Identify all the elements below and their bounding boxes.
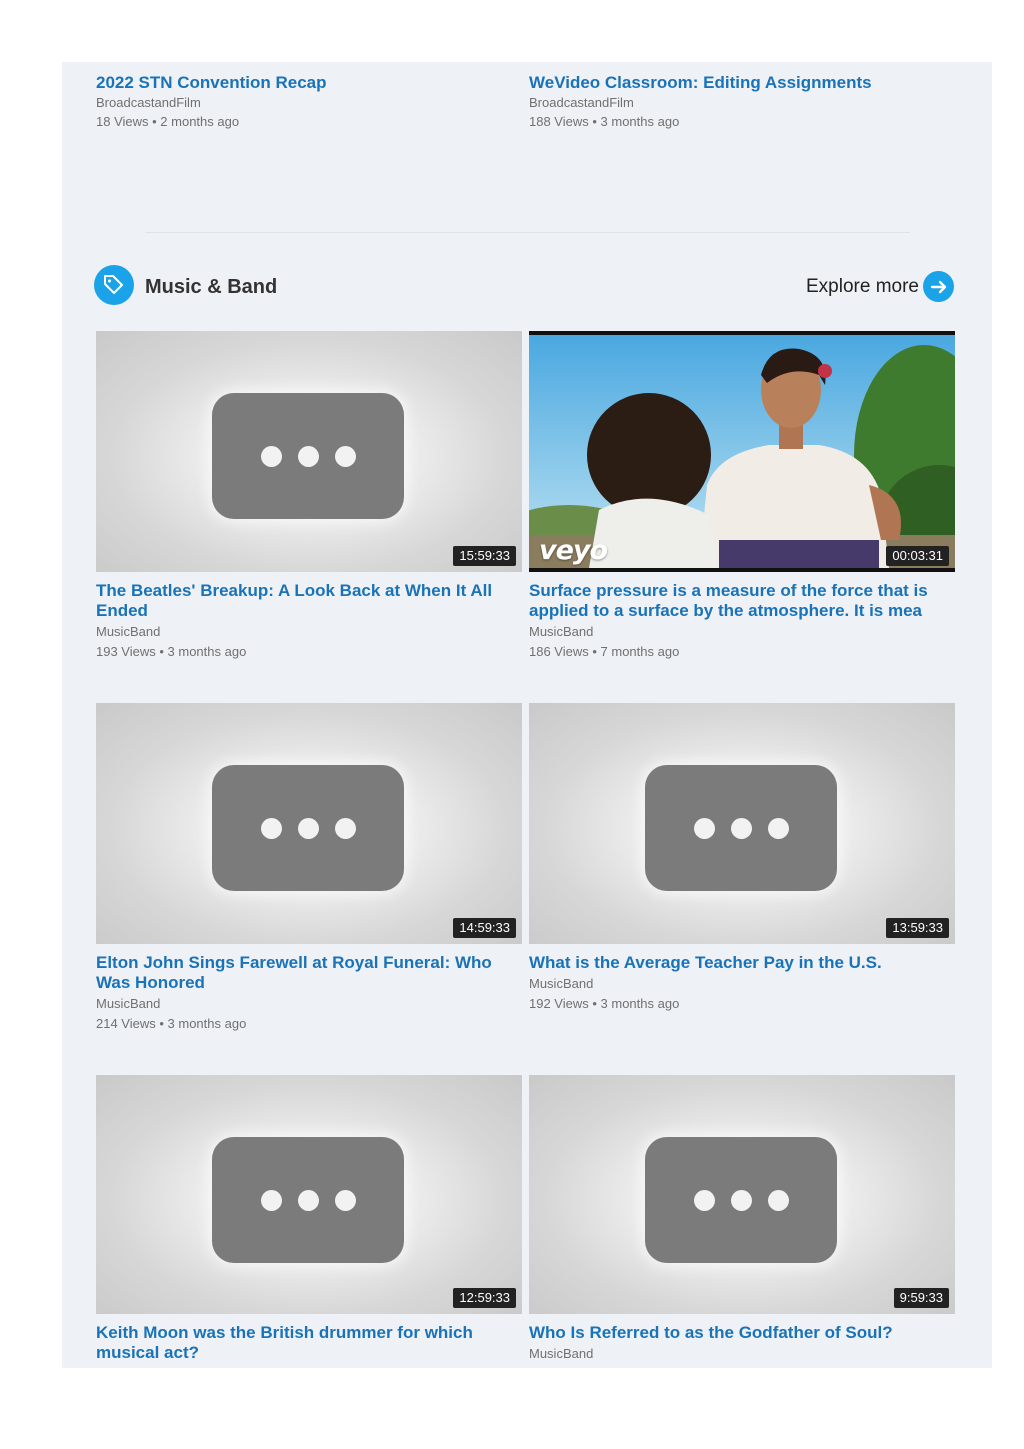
duration-badge: 15:59:33 bbox=[453, 546, 516, 566]
video-thumbnail[interactable]: 13:59:33 bbox=[529, 703, 955, 944]
video-channel: MusicBand bbox=[96, 996, 161, 1011]
video-stats: 192 Views • 3 months ago bbox=[529, 996, 680, 1011]
arrow-right-icon[interactable] bbox=[923, 271, 954, 302]
video-thumbnail[interactable]: 12:59:33 bbox=[96, 1075, 522, 1314]
video-card: 15:59:33 The Beatles' Breakup: A Look Ba… bbox=[96, 331, 522, 661]
section-title: Music & Band bbox=[145, 276, 278, 298]
video-card: veyo 00:03:31 Surface pressure is a meas… bbox=[529, 331, 955, 661]
page-bottom-margin bbox=[0, 1368, 1024, 1449]
duration-badge: 12:59:33 bbox=[453, 1288, 516, 1308]
placeholder-icon bbox=[212, 765, 404, 891]
video-title[interactable]: Who Is Referred to as the Godfather of S… bbox=[529, 1323, 955, 1343]
video-title[interactable]: Keith Moon was the British drummer for w… bbox=[96, 1323, 522, 1363]
video-thumbnail[interactable]: veyo 00:03:31 bbox=[529, 331, 955, 572]
duration-badge: 00:03:31 bbox=[886, 546, 949, 566]
placeholder-icon bbox=[212, 393, 404, 519]
video-stats: 188 Views • 3 months ago bbox=[529, 114, 680, 129]
duration-badge: 9:59:33 bbox=[893, 1288, 949, 1308]
video-card-top-2: WeVideo Classroom: Editing Assignments B… bbox=[529, 72, 949, 131]
video-thumbnail[interactable]: 14:59:33 bbox=[96, 703, 522, 944]
placeholder-icon bbox=[645, 1137, 837, 1263]
video-stats: 18 Views • 2 months ago bbox=[96, 114, 240, 129]
video-stats: 193 Views • 3 months ago bbox=[96, 644, 247, 659]
video-title[interactable]: 2022 STN Convention Recap bbox=[96, 72, 516, 93]
video-channel: MusicBand bbox=[96, 624, 161, 639]
video-title[interactable]: The Beatles' Breakup: A Look Back at Whe… bbox=[96, 581, 522, 621]
video-card: 9:59:33 Who Is Referred to as the Godfat… bbox=[529, 1075, 955, 1363]
video-channel: MusicBand bbox=[529, 1346, 594, 1361]
thumbnail-image bbox=[529, 335, 955, 568]
video-title[interactable]: Elton John Sings Farewell at Royal Funer… bbox=[96, 953, 522, 993]
video-channel: BroadcastandFilm bbox=[96, 95, 201, 110]
video-card: 14:59:33 Elton John Sings Farewell at Ro… bbox=[96, 703, 522, 1033]
video-stats: 214 Views • 3 months ago bbox=[96, 1016, 247, 1031]
video-title[interactable]: Surface pressure is a measure of the for… bbox=[529, 581, 955, 621]
explore-more-label[interactable]: Explore more bbox=[806, 272, 919, 302]
duration-badge: 14:59:33 bbox=[453, 918, 516, 938]
video-card: 12:59:33 Keith Moon was the British drum… bbox=[96, 1075, 522, 1363]
veyo-watermark: veyo bbox=[539, 535, 608, 566]
video-thumbnail[interactable]: 15:59:33 bbox=[96, 331, 522, 572]
section-divider bbox=[145, 232, 910, 233]
placeholder-icon bbox=[645, 765, 837, 891]
video-stats: 186 Views • 7 months ago bbox=[529, 644, 680, 659]
video-channel: MusicBand bbox=[529, 976, 594, 991]
video-title[interactable]: What is the Average Teacher Pay in the U… bbox=[529, 953, 955, 973]
video-thumbnail[interactable]: 9:59:33 bbox=[529, 1075, 955, 1314]
video-card-top-1: 2022 STN Convention Recap BroadcastandFi… bbox=[96, 72, 516, 131]
explore-more-link[interactable]: Explore more bbox=[806, 271, 954, 302]
video-card: 13:59:33 What is the Average Teacher Pay… bbox=[529, 703, 955, 1013]
duration-badge: 13:59:33 bbox=[886, 918, 949, 938]
video-title[interactable]: WeVideo Classroom: Editing Assignments bbox=[529, 72, 949, 93]
placeholder-icon bbox=[212, 1137, 404, 1263]
video-channel: BroadcastandFilm bbox=[529, 95, 634, 110]
video-channel: MusicBand bbox=[529, 624, 594, 639]
tag-icon bbox=[94, 265, 134, 305]
